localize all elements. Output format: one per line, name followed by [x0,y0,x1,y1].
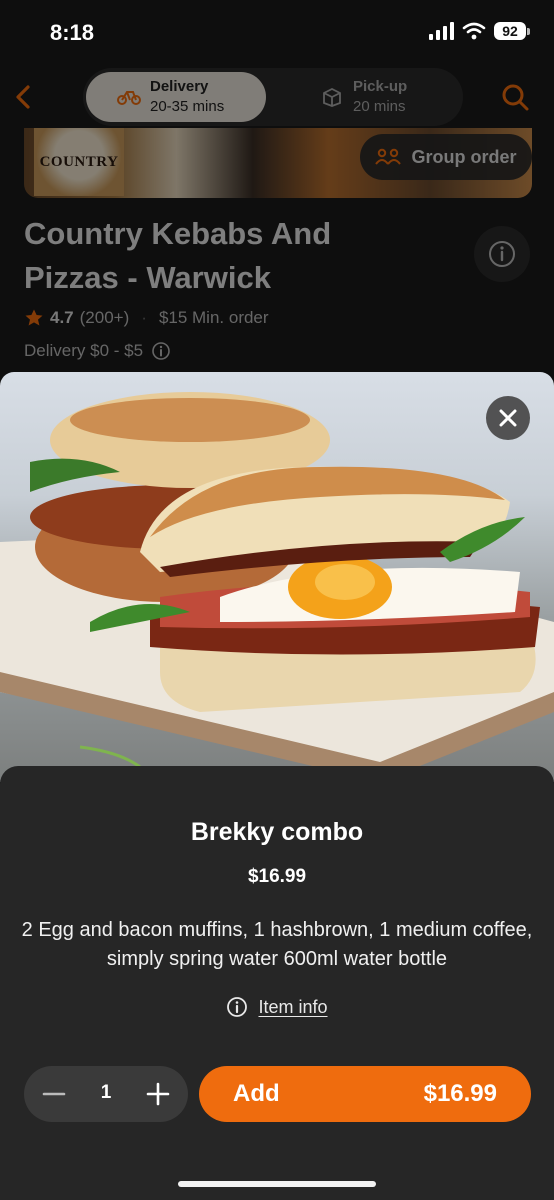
item-modal: Brekky combo $16.99 2 Egg and bacon muff… [0,372,554,1200]
sandwich-illustration [0,392,554,782]
item-description: 2 Egg and bacon muffins, 1 hashbrown, 1 … [21,919,533,970]
item-name: Brekky combo [190,818,364,846]
plus-icon [146,1082,170,1106]
wifi-icon [462,22,486,40]
battery-indicator: 92 [494,22,530,40]
quantity-increase-button[interactable] [138,1074,178,1114]
add-price: $16.99 [423,1080,497,1107]
add-label: Add [233,1080,280,1107]
quantity-decrease-button[interactable] [34,1074,74,1114]
info-icon [227,997,248,1017]
status-icons: 92 [428,22,530,40]
add-to-cart-button[interactable]: Add $16.99 [199,1066,531,1122]
item-info-label: Item info [258,996,328,1017]
close-button[interactable] [486,396,530,440]
quantity-value: 1 [100,1082,112,1103]
item-details-sheet: Brekky combo $16.99 2 Egg and bacon muff… [0,766,554,1200]
signal-icon [429,22,454,40]
item-photo [0,372,554,782]
status-time: 8:18 [50,20,95,45]
minus-icon [42,1092,66,1096]
status-bar: 8:18 92 [0,0,554,70]
item-price: $16.99 [247,866,307,887]
quantity-stepper: 1 [24,1066,188,1122]
home-indicator[interactable] [178,1181,376,1187]
close-icon [499,409,517,427]
item-info-link[interactable]: Item info [0,996,554,1018]
